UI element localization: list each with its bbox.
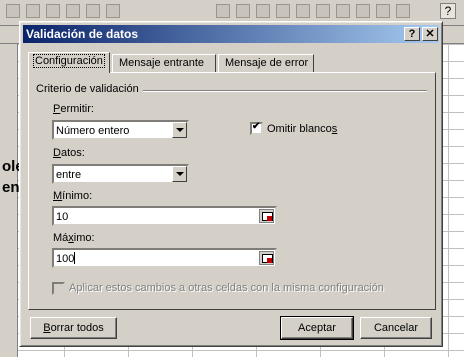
- group-title: Criterio de validación: [36, 83, 143, 95]
- maximo-value: 100: [56, 253, 75, 265]
- permitir-label-text: ermitir:: [60, 103, 94, 115]
- help-icon[interactable]: ?: [404, 27, 420, 41]
- datos-label-accel: D: [53, 147, 61, 159]
- tab-label: Mensaje entrante: [119, 57, 204, 69]
- minimo-label-accel: M: [53, 190, 63, 202]
- borrar-accel: B: [43, 322, 51, 334]
- toolbar-icon[interactable]: [256, 4, 270, 18]
- aplicar-label: Aplicar estos cambios a otras celdas con…: [69, 282, 384, 294]
- toolbar-icon[interactable]: [66, 4, 80, 18]
- toolbar-icon[interactable]: [296, 4, 310, 18]
- toolbar-icon[interactable]: [106, 4, 120, 18]
- toolbar-icon[interactable]: [86, 4, 100, 18]
- tab-label: Mensaje de error: [225, 57, 309, 69]
- borrar-todos-button[interactable]: Borrar todos: [30, 317, 117, 339]
- permitir-label: Permitir:: [53, 103, 94, 115]
- omitir-blancos-label[interactable]: Omitir blancos: [267, 123, 337, 135]
- omitir-label-text: Omitir blanco: [267, 123, 332, 135]
- toolbar-icon[interactable]: [356, 4, 370, 18]
- data-validation-dialog: Validación de datos ? ✕ Configuración Me…: [19, 21, 443, 347]
- aplicar-checkbox[interactable]: [52, 282, 65, 295]
- tab-panel-configuracion: Criterio de validación Permitir: Número …: [28, 72, 436, 310]
- close-icon[interactable]: ✕: [422, 27, 438, 41]
- tab-mensaje-entrante[interactable]: Mensaje entrante: [112, 54, 216, 72]
- tab-mensaje-error[interactable]: Mensaje de error: [218, 54, 314, 72]
- datos-value: entre: [56, 169, 82, 181]
- cancelar-button[interactable]: Cancelar: [360, 317, 432, 339]
- datos-select[interactable]: entre: [52, 164, 189, 184]
- toolbar-icon[interactable]: [236, 4, 250, 18]
- tab-label: Configuración: [33, 54, 105, 68]
- maximo-label-prefix: Má: [53, 232, 69, 244]
- office-assistant-icon[interactable]: ?: [440, 3, 456, 19]
- toolbar-icon[interactable]: [46, 4, 60, 18]
- datos-label-text: atos:: [60, 147, 85, 159]
- permitir-select[interactable]: Número entero: [52, 120, 189, 140]
- toolbar-icon[interactable]: [396, 4, 410, 18]
- toolbar-icon[interactable]: [6, 4, 20, 18]
- cell-range-picker-icon[interactable]: [259, 251, 274, 265]
- maximo-label: Máximo:: [53, 232, 95, 244]
- omitir-label-accel: s: [331, 123, 338, 135]
- omitir-blancos-checkbox[interactable]: [250, 121, 263, 135]
- cell-range-picker-icon[interactable]: [259, 209, 274, 223]
- datos-label: Datos:: [53, 147, 85, 159]
- dialog-titlebar[interactable]: Validación de datos ? ✕: [23, 25, 439, 43]
- cell-text: en: [2, 179, 20, 196]
- toolbar-icon[interactable]: [316, 4, 330, 18]
- dialog-title: Validación de datos: [26, 27, 139, 41]
- minimo-label: Mínimo:: [53, 190, 92, 202]
- maximo-label-text: imo:: [73, 232, 95, 244]
- toolbar-icon[interactable]: [276, 4, 290, 18]
- aceptar-button[interactable]: Aceptar: [280, 316, 354, 340]
- maximo-input[interactable]: 100: [52, 248, 277, 268]
- permitir-value: Número entero: [56, 125, 130, 137]
- tab-configuracion[interactable]: Configuración: [28, 52, 110, 73]
- toolbar-icon[interactable]: [336, 4, 350, 18]
- toolbar-icon[interactable]: [216, 4, 230, 18]
- maximo-value-wrap: 100: [56, 252, 76, 266]
- borrar-text: orrar todos: [50, 322, 104, 334]
- toolbar-icon[interactable]: [26, 4, 40, 18]
- minimo-value: 10: [56, 211, 69, 223]
- minimo-input[interactable]: 10: [52, 206, 277, 226]
- row-headers: [0, 44, 18, 357]
- minimo-label-text: ínimo:: [62, 190, 93, 202]
- text-caret: [74, 252, 76, 264]
- toolbar-icon[interactable]: [376, 4, 390, 18]
- chevron-down-icon[interactable]: [172, 122, 187, 138]
- chevron-down-icon[interactable]: [172, 166, 187, 182]
